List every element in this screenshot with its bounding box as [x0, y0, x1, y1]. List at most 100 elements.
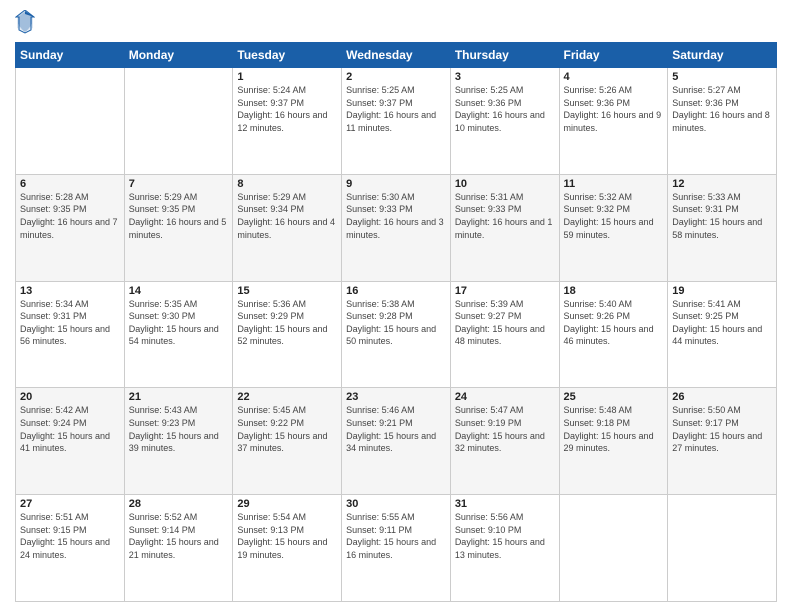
day-info: Sunrise: 5:26 AM Sunset: 9:36 PM Dayligh… [564, 84, 664, 134]
day-info: Sunrise: 5:50 AM Sunset: 9:17 PM Dayligh… [672, 404, 772, 454]
day-number: 2 [346, 71, 446, 83]
day-info: Sunrise: 5:31 AM Sunset: 9:33 PM Dayligh… [455, 191, 555, 241]
calendar-week: 6Sunrise: 5:28 AM Sunset: 9:35 PM Daylig… [16, 174, 777, 281]
day-info: Sunrise: 5:29 AM Sunset: 9:35 PM Dayligh… [129, 191, 229, 241]
calendar-cell [124, 68, 233, 175]
day-number: 30 [346, 498, 446, 510]
day-number: 24 [455, 391, 555, 403]
calendar-body: 1Sunrise: 5:24 AM Sunset: 9:37 PM Daylig… [16, 68, 777, 602]
weekday-header: Thursday [450, 43, 559, 68]
day-number: 16 [346, 285, 446, 297]
header [15, 10, 777, 34]
day-info: Sunrise: 5:42 AM Sunset: 9:24 PM Dayligh… [20, 404, 120, 454]
day-info: Sunrise: 5:45 AM Sunset: 9:22 PM Dayligh… [237, 404, 337, 454]
weekday-header: Tuesday [233, 43, 342, 68]
day-info: Sunrise: 5:35 AM Sunset: 9:30 PM Dayligh… [129, 298, 229, 348]
logo-icon [15, 10, 35, 34]
weekday-header: Wednesday [342, 43, 451, 68]
day-info: Sunrise: 5:34 AM Sunset: 9:31 PM Dayligh… [20, 298, 120, 348]
calendar-cell [16, 68, 125, 175]
calendar-cell: 6Sunrise: 5:28 AM Sunset: 9:35 PM Daylig… [16, 174, 125, 281]
weekday-header: Sunday [16, 43, 125, 68]
day-number: 1 [237, 71, 337, 83]
calendar-cell: 24Sunrise: 5:47 AM Sunset: 9:19 PM Dayli… [450, 388, 559, 495]
day-number: 27 [20, 498, 120, 510]
calendar-header: SundayMondayTuesdayWednesdayThursdayFrid… [16, 43, 777, 68]
day-number: 7 [129, 178, 229, 190]
day-info: Sunrise: 5:32 AM Sunset: 9:32 PM Dayligh… [564, 191, 664, 241]
day-info: Sunrise: 5:41 AM Sunset: 9:25 PM Dayligh… [672, 298, 772, 348]
day-number: 3 [455, 71, 555, 83]
day-number: 11 [564, 178, 664, 190]
calendar-cell: 1Sunrise: 5:24 AM Sunset: 9:37 PM Daylig… [233, 68, 342, 175]
calendar-table: SundayMondayTuesdayWednesdayThursdayFrid… [15, 42, 777, 602]
weekday-header: Saturday [668, 43, 777, 68]
calendar-cell: 12Sunrise: 5:33 AM Sunset: 9:31 PM Dayli… [668, 174, 777, 281]
day-info: Sunrise: 5:27 AM Sunset: 9:36 PM Dayligh… [672, 84, 772, 134]
day-info: Sunrise: 5:40 AM Sunset: 9:26 PM Dayligh… [564, 298, 664, 348]
day-info: Sunrise: 5:38 AM Sunset: 9:28 PM Dayligh… [346, 298, 446, 348]
logo [15, 10, 39, 34]
calendar-cell: 28Sunrise: 5:52 AM Sunset: 9:14 PM Dayli… [124, 495, 233, 602]
calendar-cell: 19Sunrise: 5:41 AM Sunset: 9:25 PM Dayli… [668, 281, 777, 388]
calendar-week: 20Sunrise: 5:42 AM Sunset: 9:24 PM Dayli… [16, 388, 777, 495]
day-info: Sunrise: 5:39 AM Sunset: 9:27 PM Dayligh… [455, 298, 555, 348]
calendar-cell: 30Sunrise: 5:55 AM Sunset: 9:11 PM Dayli… [342, 495, 451, 602]
calendar-cell: 14Sunrise: 5:35 AM Sunset: 9:30 PM Dayli… [124, 281, 233, 388]
day-number: 5 [672, 71, 772, 83]
day-number: 31 [455, 498, 555, 510]
calendar-cell: 27Sunrise: 5:51 AM Sunset: 9:15 PM Dayli… [16, 495, 125, 602]
calendar-cell: 22Sunrise: 5:45 AM Sunset: 9:22 PM Dayli… [233, 388, 342, 495]
day-info: Sunrise: 5:52 AM Sunset: 9:14 PM Dayligh… [129, 511, 229, 561]
calendar-cell: 7Sunrise: 5:29 AM Sunset: 9:35 PM Daylig… [124, 174, 233, 281]
day-info: Sunrise: 5:24 AM Sunset: 9:37 PM Dayligh… [237, 84, 337, 134]
day-number: 23 [346, 391, 446, 403]
calendar-cell: 15Sunrise: 5:36 AM Sunset: 9:29 PM Dayli… [233, 281, 342, 388]
calendar-cell: 23Sunrise: 5:46 AM Sunset: 9:21 PM Dayli… [342, 388, 451, 495]
calendar-cell: 11Sunrise: 5:32 AM Sunset: 9:32 PM Dayli… [559, 174, 668, 281]
day-info: Sunrise: 5:36 AM Sunset: 9:29 PM Dayligh… [237, 298, 337, 348]
calendar-cell: 17Sunrise: 5:39 AM Sunset: 9:27 PM Dayli… [450, 281, 559, 388]
calendar-cell: 13Sunrise: 5:34 AM Sunset: 9:31 PM Dayli… [16, 281, 125, 388]
calendar-cell: 31Sunrise: 5:56 AM Sunset: 9:10 PM Dayli… [450, 495, 559, 602]
day-number: 15 [237, 285, 337, 297]
calendar-week: 13Sunrise: 5:34 AM Sunset: 9:31 PM Dayli… [16, 281, 777, 388]
day-info: Sunrise: 5:54 AM Sunset: 9:13 PM Dayligh… [237, 511, 337, 561]
calendar-cell: 4Sunrise: 5:26 AM Sunset: 9:36 PM Daylig… [559, 68, 668, 175]
calendar-page: SundayMondayTuesdayWednesdayThursdayFrid… [0, 0, 792, 612]
day-number: 26 [672, 391, 772, 403]
calendar-cell: 20Sunrise: 5:42 AM Sunset: 9:24 PM Dayli… [16, 388, 125, 495]
day-number: 4 [564, 71, 664, 83]
day-info: Sunrise: 5:30 AM Sunset: 9:33 PM Dayligh… [346, 191, 446, 241]
calendar-cell: 2Sunrise: 5:25 AM Sunset: 9:37 PM Daylig… [342, 68, 451, 175]
day-number: 10 [455, 178, 555, 190]
day-info: Sunrise: 5:56 AM Sunset: 9:10 PM Dayligh… [455, 511, 555, 561]
calendar-week: 1Sunrise: 5:24 AM Sunset: 9:37 PM Daylig… [16, 68, 777, 175]
day-info: Sunrise: 5:46 AM Sunset: 9:21 PM Dayligh… [346, 404, 446, 454]
day-number: 21 [129, 391, 229, 403]
weekday-header: Friday [559, 43, 668, 68]
calendar-cell: 9Sunrise: 5:30 AM Sunset: 9:33 PM Daylig… [342, 174, 451, 281]
day-info: Sunrise: 5:48 AM Sunset: 9:18 PM Dayligh… [564, 404, 664, 454]
day-number: 12 [672, 178, 772, 190]
day-number: 13 [20, 285, 120, 297]
calendar-cell: 5Sunrise: 5:27 AM Sunset: 9:36 PM Daylig… [668, 68, 777, 175]
day-number: 19 [672, 285, 772, 297]
day-number: 17 [455, 285, 555, 297]
day-number: 29 [237, 498, 337, 510]
calendar-cell [559, 495, 668, 602]
weekday-header: Monday [124, 43, 233, 68]
calendar-cell: 25Sunrise: 5:48 AM Sunset: 9:18 PM Dayli… [559, 388, 668, 495]
day-number: 18 [564, 285, 664, 297]
day-number: 6 [20, 178, 120, 190]
calendar-cell: 26Sunrise: 5:50 AM Sunset: 9:17 PM Dayli… [668, 388, 777, 495]
calendar-cell: 18Sunrise: 5:40 AM Sunset: 9:26 PM Dayli… [559, 281, 668, 388]
day-info: Sunrise: 5:25 AM Sunset: 9:37 PM Dayligh… [346, 84, 446, 134]
day-info: Sunrise: 5:47 AM Sunset: 9:19 PM Dayligh… [455, 404, 555, 454]
day-info: Sunrise: 5:51 AM Sunset: 9:15 PM Dayligh… [20, 511, 120, 561]
calendar-week: 27Sunrise: 5:51 AM Sunset: 9:15 PM Dayli… [16, 495, 777, 602]
day-number: 9 [346, 178, 446, 190]
day-info: Sunrise: 5:55 AM Sunset: 9:11 PM Dayligh… [346, 511, 446, 561]
day-number: 8 [237, 178, 337, 190]
calendar-cell: 29Sunrise: 5:54 AM Sunset: 9:13 PM Dayli… [233, 495, 342, 602]
